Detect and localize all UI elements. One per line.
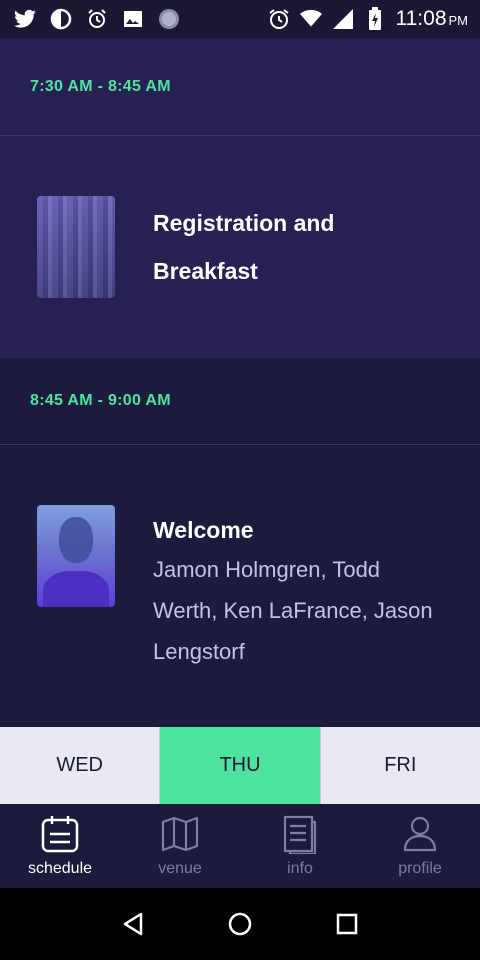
session-title: Welcome <box>153 517 254 543</box>
status-left-icons <box>14 8 180 30</box>
nav-item-info[interactable]: info <box>240 804 360 888</box>
nav-item-schedule[interactable]: schedule <box>0 804 120 888</box>
back-icon[interactable] <box>119 910 147 938</box>
clock-ampm: PM <box>448 13 469 28</box>
tab-label: THU <box>219 754 261 776</box>
time-range: 7:30 AM - 8:45 AM <box>30 77 171 95</box>
avatar-body <box>43 571 109 607</box>
wifi-icon <box>299 8 322 30</box>
status-right-icons: 11:08 PM <box>268 7 469 31</box>
signal-icon <box>332 8 354 30</box>
speakers-line: Lengstorf <box>153 639 245 664</box>
circle-icon <box>158 8 180 30</box>
session-title-line: Breakfast <box>153 258 258 284</box>
speakers-line: Jamon Holmgren, Todd <box>153 557 381 582</box>
tab-wed[interactable]: WED <box>0 727 161 804</box>
system-nav-bar <box>0 888 480 960</box>
session-card-registration[interactable]: Registration and Breakfast <box>0 136 480 358</box>
image-icon <box>122 8 144 30</box>
session-info: Registration and Breakfast <box>153 199 463 295</box>
session-thumbnail <box>37 196 115 298</box>
tab-label: WED <box>56 754 103 776</box>
battery-icon <box>364 7 386 30</box>
avatar-head <box>59 517 93 563</box>
nav-item-venue[interactable]: venue <box>120 804 240 888</box>
session-title-line: Registration and <box>153 210 335 236</box>
day-tabs: WED THU FRI <box>0 727 480 804</box>
user-icon <box>400 814 440 854</box>
status-bar: 11:08 PM <box>0 0 480 38</box>
time-slot-header: 7:30 AM - 8:45 AM <box>0 38 480 136</box>
clock: 11:08 PM <box>396 7 469 31</box>
tab-label: FRI <box>384 754 417 776</box>
session-info: Welcome Jamon Holmgren, Todd Werth, Ken … <box>153 515 463 672</box>
alarm-clock-icon <box>268 8 290 30</box>
speakers-line: Werth, Ken LaFrance, Jason <box>153 598 433 623</box>
document-icon <box>280 814 320 856</box>
session-card-welcome[interactable]: Welcome Jamon Holmgren, Todd Werth, Ken … <box>0 445 480 725</box>
app-screen: 11:08 PM 7:30 AM - 8:45 AM Registration a… <box>0 0 480 960</box>
recents-icon[interactable] <box>333 910 361 938</box>
time-slot-header: 8:45 AM - 9:00 AM <box>0 358 480 445</box>
calendar-icon <box>40 814 80 854</box>
contrast-icon <box>50 8 72 30</box>
tab-thu[interactable]: THU <box>160 727 321 804</box>
bottom-nav: schedule venue info profile <box>0 804 480 888</box>
session-title: Registration and Breakfast <box>153 199 463 295</box>
home-icon[interactable] <box>226 910 254 938</box>
schedule-list[interactable]: 7:30 AM - 8:45 AM Registration and Break… <box>0 38 480 727</box>
nav-item-profile[interactable]: profile <box>360 804 480 888</box>
twitter-icon <box>14 8 36 30</box>
clock-time: 11:08 <box>395 7 447 30</box>
alarm-icon <box>86 8 108 30</box>
tab-fri[interactable]: FRI <box>320 727 480 804</box>
nav-label: info <box>287 860 313 877</box>
nav-label: schedule <box>27 860 93 877</box>
nav-label: profile <box>398 860 442 877</box>
nav-label: venue <box>158 860 202 877</box>
session-speakers: Jamon Holmgren, Todd Werth, Ken LaFrance… <box>153 549 463 672</box>
time-range: 8:45 AM - 9:00 AM <box>30 392 171 409</box>
map-icon <box>160 814 200 854</box>
speaker-avatar <box>37 505 115 607</box>
